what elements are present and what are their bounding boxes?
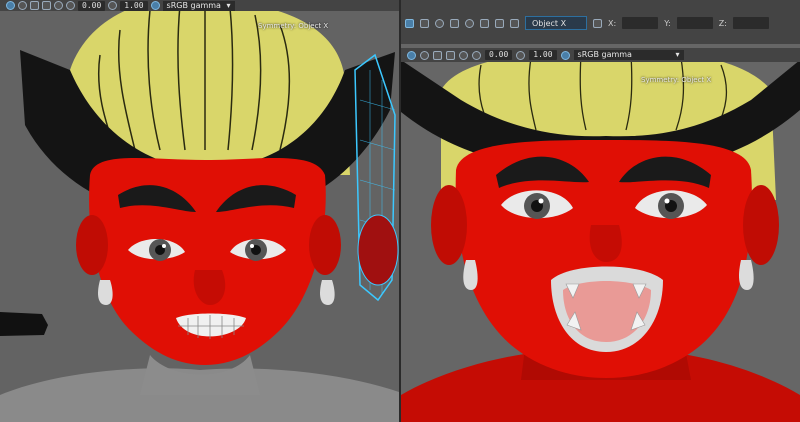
color-space-label: sRGB gamma xyxy=(166,0,221,10)
right-top-toolbar: Object X X: Y: Z: xyxy=(401,0,800,44)
isolate-icon[interactable] xyxy=(6,1,15,10)
viewport-right[interactable]: Object X X: Y: Z: 0.00 1.00 sRGB gamma ▾ xyxy=(401,0,800,422)
xray-icon[interactable] xyxy=(420,50,429,60)
scale-tool-icon[interactable] xyxy=(480,18,489,28)
symmetry-select[interactable]: Object X xyxy=(525,16,587,30)
right-viewport-render xyxy=(401,50,800,422)
gamma-icon[interactable] xyxy=(472,50,481,60)
x-label: X: xyxy=(608,18,617,28)
exposure-field[interactable]: 0.00 xyxy=(78,0,106,11)
isolate-icon[interactable] xyxy=(407,50,416,60)
color-space-select[interactable]: sRGB gamma ▾ xyxy=(162,0,235,11)
shading-icon[interactable] xyxy=(42,1,51,10)
symmetry-label: Symmetry: Object X xyxy=(641,76,712,84)
right-viewport-toolbar: 0.00 1.00 sRGB gamma ▾ xyxy=(401,48,800,62)
y-field[interactable] xyxy=(676,17,713,29)
color-management-icon[interactable] xyxy=(150,1,160,10)
chevron-down-icon: ▾ xyxy=(675,50,680,59)
gamma-toggle-icon[interactable] xyxy=(516,50,526,60)
xray-icon[interactable] xyxy=(18,1,27,10)
left-viewport-render xyxy=(0,0,399,422)
left-viewport-toolbar: 0.00 1.00 sRGB gamma ▾ xyxy=(0,0,399,11)
app-window: 0.00 1.00 sRGB gamma ▾ Symmetry: Object X xyxy=(0,0,800,422)
symmetry-label: Symmetry: Object X xyxy=(258,22,329,30)
color-management-icon[interactable] xyxy=(560,50,570,60)
paint-select-icon[interactable] xyxy=(435,18,444,28)
snap-icon[interactable] xyxy=(510,18,519,28)
x-field[interactable] xyxy=(622,17,659,29)
rotate-tool-icon[interactable] xyxy=(465,18,474,28)
camera-icon[interactable] xyxy=(54,1,63,10)
right-top-toolbar-row: Object X X: Y: Z: xyxy=(401,12,800,34)
display-icon[interactable] xyxy=(30,1,39,10)
y-label: Y: xyxy=(664,18,671,28)
camera-icon[interactable] xyxy=(459,50,468,60)
select-tool-icon[interactable] xyxy=(405,18,414,28)
lock-icon[interactable] xyxy=(495,18,504,28)
gamma-field[interactable]: 1.00 xyxy=(529,50,557,60)
gamma-icon[interactable] xyxy=(66,1,75,10)
exposure-field[interactable]: 0.00 xyxy=(485,50,513,60)
color-space-label: sRGB gamma xyxy=(577,50,632,59)
shading-icon[interactable] xyxy=(446,50,455,60)
gamma-toggle-icon[interactable] xyxy=(108,1,118,10)
lasso-tool-icon[interactable] xyxy=(420,18,429,28)
move-tool-icon[interactable] xyxy=(450,18,459,28)
transform-icon[interactable] xyxy=(593,18,602,28)
viewport-left[interactable]: 0.00 1.00 sRGB gamma ▾ Symmetry: Object X xyxy=(0,0,399,422)
z-field[interactable] xyxy=(732,17,769,29)
display-icon[interactable] xyxy=(433,50,442,60)
gamma-field[interactable]: 1.00 xyxy=(120,0,148,11)
chevron-down-icon: ▾ xyxy=(226,0,231,10)
z-label: Z: xyxy=(718,18,727,28)
color-space-select[interactable]: sRGB gamma ▾ xyxy=(573,50,684,60)
